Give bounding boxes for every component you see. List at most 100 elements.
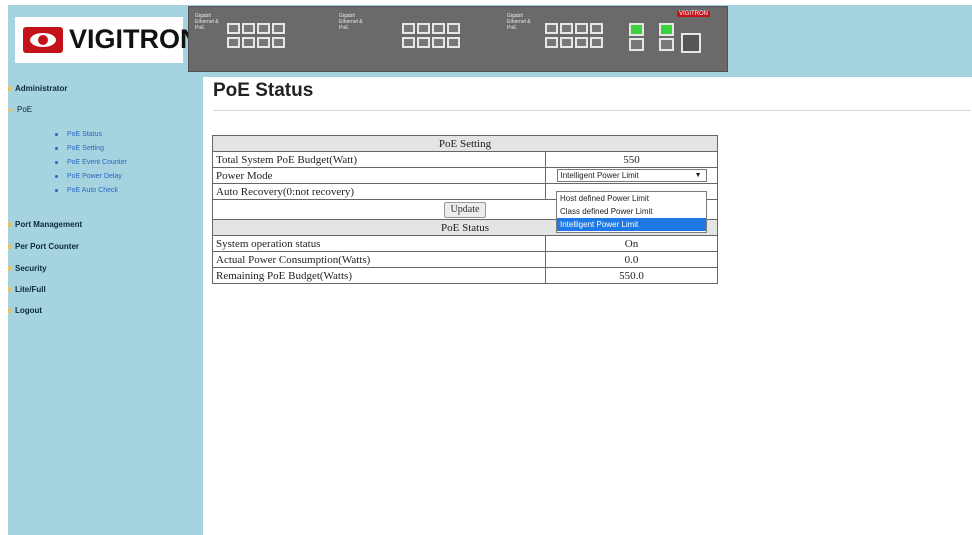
power-mode-cell: Intelligent Power Limit ▼ [545, 167, 718, 184]
panel-label-2: Gigabit Ethernet & PoE [339, 13, 363, 31]
sidebar-subitem-poe-power-delay[interactable]: PoE Power Delay [55, 173, 122, 180]
open-folder-icon [8, 108, 13, 111]
sidebar-item-security[interactable]: Security [8, 264, 47, 273]
port-icon [242, 37, 255, 48]
port-icon [560, 37, 573, 48]
sidebar-item-label: Per Port Counter [15, 242, 80, 251]
sfp-port-icon [659, 38, 674, 51]
port-icon [560, 23, 573, 34]
poe-setting-header: PoE Setting [212, 135, 718, 152]
bullet-icon [55, 146, 58, 150]
sidebar-item-label: Security [15, 264, 47, 273]
header-banner: VIGITRON Gigabit Ethernet & PoE Gigabit … [8, 5, 972, 77]
folder-icon [8, 86, 11, 92]
sidebar-item-label: Port Management [15, 220, 83, 229]
sfp-port-icon [659, 23, 674, 36]
dropdown-option-host[interactable]: Host defined Power Limit [557, 192, 706, 205]
status-row-label: System operation status [212, 235, 546, 252]
port-icon [590, 37, 603, 48]
power-mode-selected-value: Intelligent Power Limit [560, 171, 639, 180]
port-icon [432, 37, 445, 48]
port-icon [227, 23, 240, 34]
port-icon [417, 23, 430, 34]
port-icon [257, 23, 270, 34]
port-icon [575, 37, 588, 48]
sidebar-subitem-label: PoE Event Counter [67, 159, 127, 166]
sidebar-item-label: Lite/Full [15, 285, 46, 294]
power-mode-label: Power Mode [212, 167, 546, 184]
sidebar-item-logout[interactable]: Logout [8, 306, 42, 315]
budget-value: 550 [545, 151, 718, 168]
status-row-value: 550.0 [545, 267, 718, 284]
table-row: PoE Setting [212, 135, 718, 152]
dropdown-option-intelligent[interactable]: Intelligent Power Limit [557, 218, 706, 231]
folder-icon [8, 266, 11, 272]
port-icon [575, 23, 588, 34]
sidebar-subitem-poe-auto-check[interactable]: PoE Auto Check [55, 187, 118, 194]
sfp-port-icon [629, 23, 644, 36]
port-icon [272, 23, 285, 34]
sidebar: Administrator PoE PoE Status PoE Setting… [8, 77, 203, 535]
port-icon [432, 23, 445, 34]
port-icon [272, 37, 285, 48]
bullet-icon [55, 188, 58, 192]
sidebar-subitem-label: PoE Status [67, 131, 103, 138]
power-mode-dropdown-list: Host defined Power Limit Class defined P… [556, 191, 707, 233]
console-port-icon [681, 33, 701, 53]
sidebar-item-poe[interactable]: PoE [8, 105, 32, 114]
dropdown-option-class[interactable]: Class defined Power Limit [557, 205, 706, 218]
sidebar-item-port-management[interactable]: Port Management [8, 220, 82, 229]
vigitron-logo: VIGITRON [15, 17, 200, 63]
sidebar-subitem-poe-setting[interactable]: PoE Setting [55, 145, 104, 152]
panel-label-3: Gigabit Ethernet & PoE [507, 13, 531, 31]
sfp-port-icon [629, 38, 644, 51]
port-icon [590, 23, 603, 34]
power-mode-select[interactable]: Intelligent Power Limit ▼ [556, 169, 707, 182]
sidebar-item-label: PoE [17, 105, 33, 114]
sidebar-item-administrator[interactable]: Administrator [8, 84, 67, 93]
table-row: Total System PoE Budget(Watt) 550 [212, 151, 718, 168]
switch-front-panel: Gigabit Ethernet & PoE Gigabit Ethernet … [188, 6, 728, 72]
bullet-icon [55, 132, 58, 136]
port-icon [257, 37, 270, 48]
sidebar-item-label: Logout [15, 306, 43, 315]
port-icon [447, 23, 460, 34]
panel-label-1: Gigabit Ethernet & PoE [195, 13, 219, 31]
port-icon [417, 37, 430, 48]
sidebar-subitem-poe-status[interactable]: PoE Status [55, 131, 102, 138]
bullet-icon [55, 174, 58, 178]
page-title: PoE Status [213, 80, 314, 101]
sidebar-item-lite-full[interactable]: Lite/Full [8, 285, 46, 294]
port-icon [402, 23, 415, 34]
bullet-icon [55, 160, 58, 164]
table-row: Remaining PoE Budget(Watts) 550.0 [212, 267, 718, 284]
logo-eye-icon [23, 27, 63, 53]
table-row: Actual Power Consumption(Watts) 0.0 [212, 251, 718, 268]
sidebar-item-per-port-counter[interactable]: Per Port Counter [8, 242, 79, 251]
budget-label: Total System PoE Budget(Watt) [212, 151, 546, 168]
sidebar-subitem-label: PoE Auto Check [67, 187, 118, 194]
port-icon [545, 23, 558, 34]
status-row-label: Actual Power Consumption(Watts) [212, 251, 546, 268]
folder-icon [8, 244, 11, 250]
port-icon [242, 23, 255, 34]
folder-icon [8, 287, 11, 293]
panel-brand-badge: VIGITRON [677, 11, 711, 17]
port-icon [545, 37, 558, 48]
sidebar-item-label: Administrator [15, 84, 68, 93]
dropdown-arrow-icon: ▼ [694, 172, 702, 179]
port-icon [227, 37, 240, 48]
logo-text: VIGITRON [69, 24, 200, 54]
auto-recovery-label: Auto Recovery(0:not recovery) [212, 183, 546, 200]
status-row-label: Remaining PoE Budget(Watts) [212, 267, 546, 284]
folder-icon [8, 308, 11, 314]
status-row-value: On [545, 235, 718, 252]
table-row: System operation status On [212, 235, 718, 252]
update-button[interactable]: Update [443, 201, 487, 218]
sidebar-subitem-poe-event-counter[interactable]: PoE Event Counter [55, 159, 127, 166]
status-row-value: 0.0 [545, 251, 718, 268]
sidebar-subitem-label: PoE Setting [67, 145, 104, 152]
title-divider [213, 110, 971, 111]
table-row: Power Mode Intelligent Power Limit ▼ [212, 167, 718, 184]
sidebar-subitem-label: PoE Power Delay [67, 173, 122, 180]
